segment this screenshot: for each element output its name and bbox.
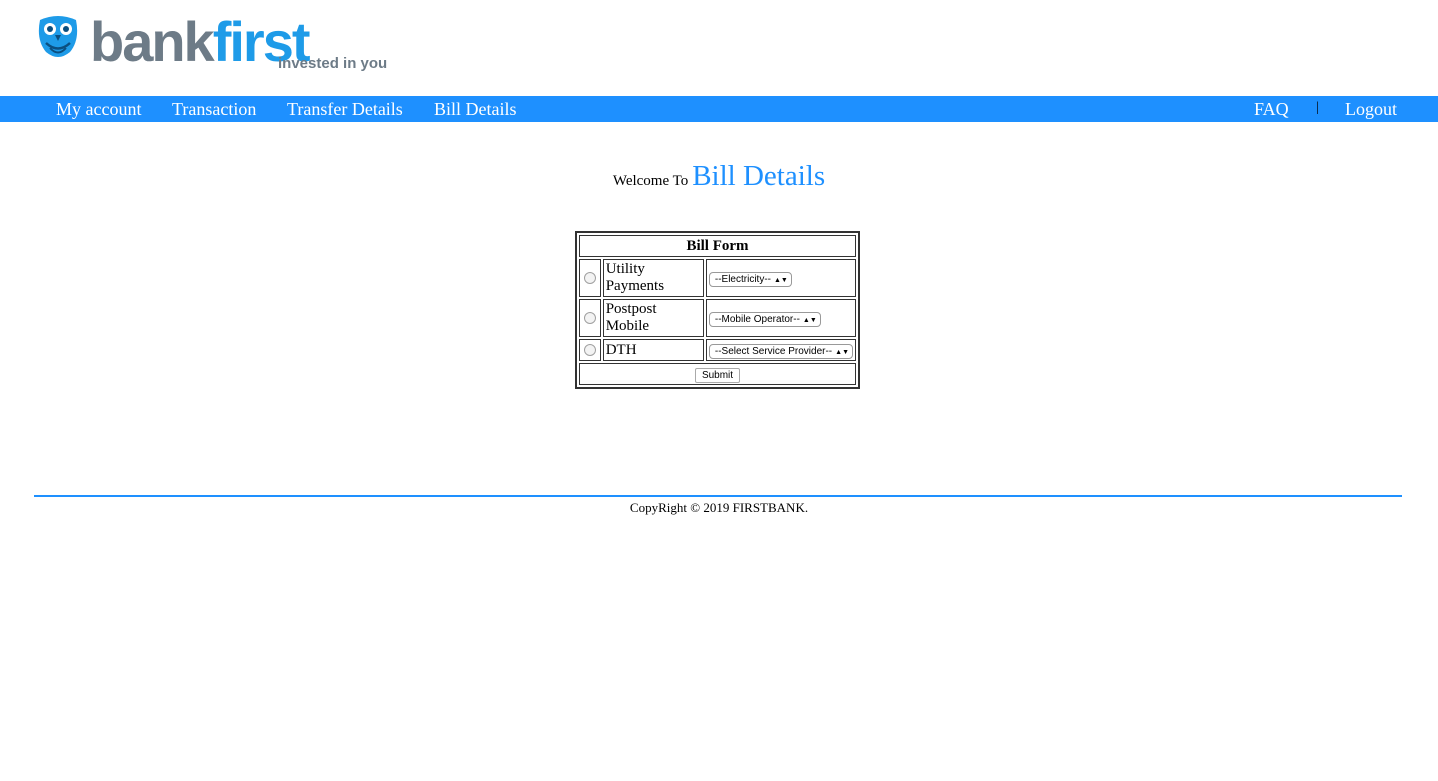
nav-logout[interactable]: Logout (1345, 96, 1397, 122)
radio-cell (579, 259, 601, 297)
utility-payments-radio[interactable] (583, 272, 596, 285)
submit-cell: Submit (579, 363, 856, 385)
utility-payments-label: Utility Payments (602, 259, 704, 297)
nav-transaction[interactable]: Transaction (172, 96, 256, 122)
select-arrows-icon: ▲▼ (802, 316, 817, 324)
submit-button[interactable]: Submit (694, 367, 741, 383)
bill-row-mobile: Postpost Mobile --Mobile Operator-- ▲▼ (579, 299, 856, 337)
mobile-operator-select-value: --Mobile Operator-- (714, 313, 800, 325)
electricity-select[interactable]: --Electricity-- ▲▼ (708, 271, 792, 287)
nav-faq[interactable]: FAQ (1254, 96, 1289, 122)
bill-row-utility: Utility Payments --Electricity-- ▲▼ (579, 259, 856, 297)
select-cell: --Mobile Operator-- ▲▼ (705, 299, 856, 337)
postpost-mobile-radio[interactable] (583, 312, 596, 325)
postpost-mobile-label: Postpost Mobile (602, 299, 704, 337)
nav-my-account[interactable]: My account (56, 96, 141, 122)
owl-icon (38, 16, 78, 57)
service-provider-select[interactable]: --Select Service Provider-- ▲▼ (708, 343, 853, 359)
radio-cell (579, 339, 601, 361)
logo-tagline: invested in you (278, 55, 388, 72)
page-title: Bill Details (692, 160, 826, 192)
footer-divider (34, 495, 1402, 497)
mobile-operator-select[interactable]: --Mobile Operator-- ▲▼ (708, 311, 821, 327)
main-nav: My account Transaction Transfer Details … (0, 96, 1438, 122)
footer-copyright: CopyRight © 2019 FIRSTBANK. (629, 500, 809, 515)
bankfirst-logo[interactable]: bankfirst invested in you (36, 10, 436, 76)
logo-wordmark: bankfirst (90, 10, 310, 73)
select-arrows-icon: ▲▼ (773, 276, 788, 284)
dth-label: DTH (602, 339, 704, 361)
select-arrows-icon: ▲▼ (835, 348, 849, 356)
select-cell: --Select Service Provider-- ▲▼ (705, 339, 856, 361)
service-provider-select-value: --Select Service Provider-- (714, 345, 833, 357)
bill-form-heading: Bill Form (579, 235, 856, 257)
dth-radio[interactable] (583, 344, 596, 357)
header: bankfirst invested in you (0, 0, 1438, 96)
nav-separator: | (1316, 100, 1319, 115)
logo-text-bank: bank (90, 10, 215, 73)
welcome-heading: Welcome To Bill Details (0, 160, 1438, 193)
bill-form: Bill Form Utility Payments --Electricity… (575, 231, 860, 389)
nav-bill-details[interactable]: Bill Details (434, 96, 517, 122)
electricity-select-value: --Electricity-- (714, 273, 771, 285)
bill-row-dth: DTH --Select Service Provider-- ▲▼ (579, 339, 856, 361)
radio-cell (579, 299, 601, 337)
nav-transfer-details[interactable]: Transfer Details (287, 96, 403, 122)
select-cell: --Electricity-- ▲▼ (705, 259, 856, 297)
welcome-prefix: Welcome To (612, 173, 689, 189)
